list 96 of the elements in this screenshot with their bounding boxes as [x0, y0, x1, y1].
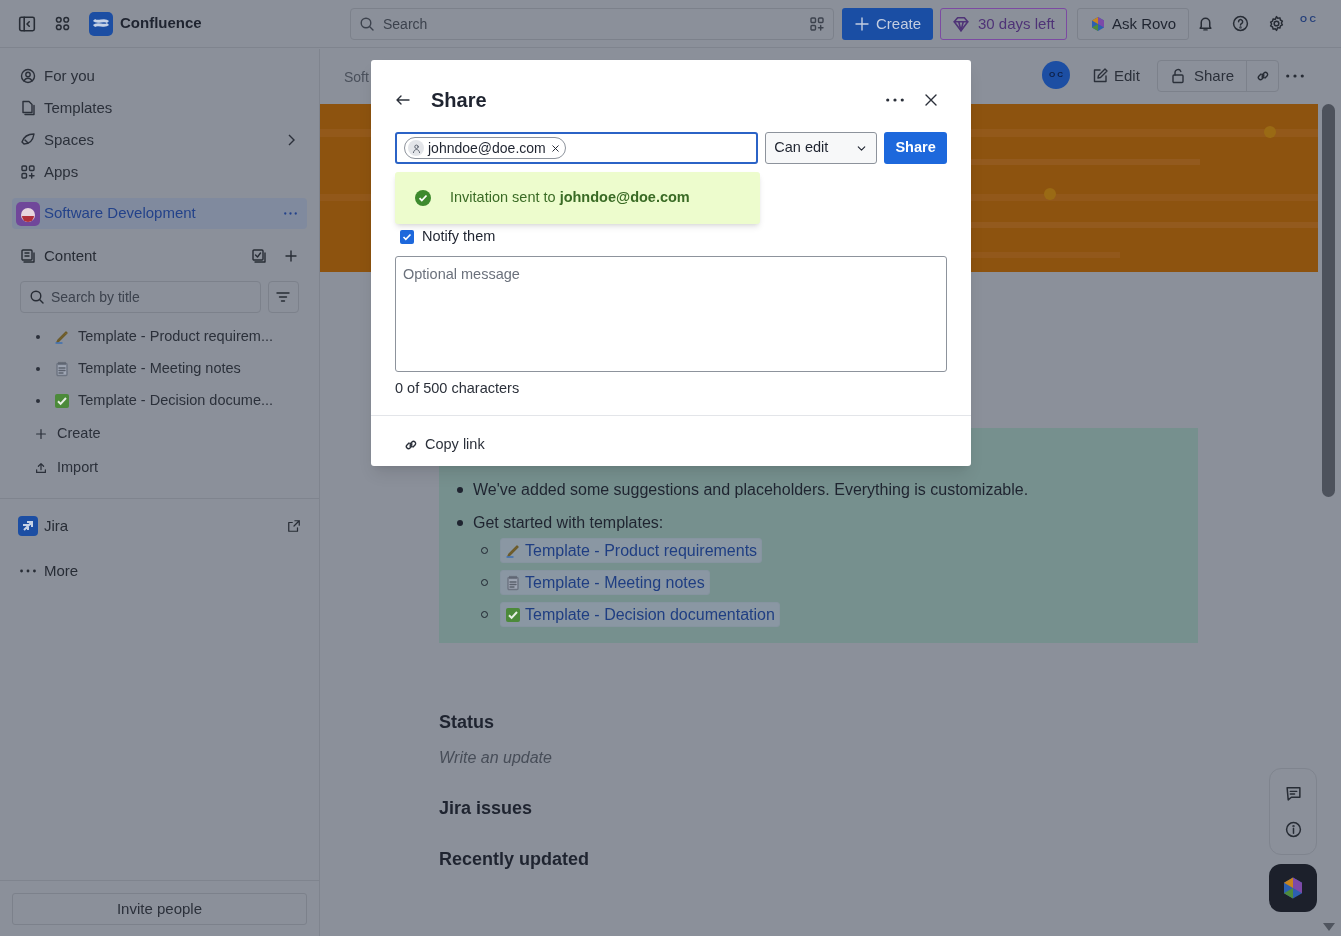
page-tree-item[interactable]: Template - Meeting notes [0, 353, 319, 385]
scroll-down-icon [1322, 920, 1336, 932]
status-placeholder[interactable]: Write an update [439, 746, 590, 768]
person-icon [410, 142, 422, 154]
dialog-title: Share [431, 88, 487, 113]
recipient-field[interactable]: johndoe@doe.com [395, 132, 759, 164]
search-bar[interactable]: Search by title [20, 281, 261, 313]
more-icon [284, 212, 297, 215]
checkmark-icon [402, 232, 412, 242]
space-item[interactable]: Software Development [12, 198, 307, 229]
check-icon [505, 606, 521, 623]
success-check-icon [415, 190, 431, 206]
create-button[interactable]: Create [842, 8, 934, 40]
apps-icon [20, 164, 36, 180]
user-avatar[interactable]: O C [1300, 15, 1316, 24]
list-text: Get started with templates: [473, 513, 664, 533]
page-tree-item[interactable]: Template - Decision docume... [0, 385, 319, 417]
sidebar-toggle-icon [18, 14, 36, 33]
app-item[interactable]: Jira [18, 516, 301, 536]
invite-people-button[interactable]: Invite people [12, 893, 307, 925]
breadcrumb[interactable]: Soft [344, 67, 369, 88]
filter-button[interactable] [267, 281, 299, 313]
more-icon [886, 98, 904, 102]
sidebar-action[interactable]: Create [0, 417, 319, 451]
sidebar-item[interactable]: Templates [20, 92, 299, 124]
sidebar-item[interactable]: Spaces [20, 124, 299, 156]
template-link[interactable]: Template - Product requirements [500, 538, 763, 563]
notepad-icon [54, 361, 70, 377]
plus-icon [283, 248, 299, 264]
document-icon [20, 100, 36, 116]
bullet-icon [36, 367, 40, 371]
content-icon [20, 248, 36, 264]
notify-checkbox[interactable] [400, 230, 414, 244]
upload-icon [34, 461, 48, 475]
search-field[interactable]: Search [383, 13, 801, 35]
message-field[interactable]: Optional message [395, 256, 947, 372]
more-icon [20, 569, 36, 574]
check-icon [54, 393, 70, 409]
section-heading: Jira issues [439, 797, 534, 819]
filter-apps-icon [809, 16, 825, 32]
space-logo-icon [16, 201, 40, 226]
toast-message: Invitation sent to johndoe@doe.com [450, 188, 690, 208]
rovo-chat-button[interactable] [1269, 864, 1317, 912]
bell-icon [1197, 15, 1214, 32]
bullet-icon [457, 487, 463, 493]
search-field[interactable]: Search by title [51, 286, 241, 308]
section-heading: Status [439, 711, 495, 733]
template-link[interactable]: Template - Meeting notes [500, 570, 710, 595]
sidebar-action[interactable]: Import [0, 451, 319, 485]
settings-icon [1268, 15, 1285, 32]
bullet-icon [457, 520, 463, 526]
share-submit-button[interactable]: Share [884, 132, 947, 164]
section-heading: Recently updated [439, 848, 590, 870]
checkbox-label: Notify them [422, 227, 496, 247]
search-icon [29, 289, 45, 305]
pencil-icon [1092, 68, 1108, 84]
rovo-logo-icon [1281, 876, 1305, 900]
person-icon [20, 68, 36, 84]
sidebar-item[interactable]: For you [20, 60, 299, 92]
trial-button[interactable]: 30 days left [940, 8, 1067, 40]
plus-icon [854, 16, 870, 32]
more-icon [1286, 74, 1304, 78]
search-icon [359, 16, 375, 32]
unlock-icon [1170, 68, 1186, 84]
jira-logo-icon [18, 516, 38, 536]
edit-button[interactable]: Edit [1086, 60, 1146, 92]
gem-icon [952, 15, 970, 33]
confluence-logo-icon [89, 11, 113, 36]
checkbox-stack-icon [251, 248, 267, 264]
external-link-icon [287, 519, 301, 533]
bullet-icon [36, 335, 40, 339]
character-counter: 0 of 500 characters [395, 379, 521, 398]
product-name[interactable]: Confluence [120, 12, 202, 35]
close-icon [923, 92, 939, 108]
template-link[interactable]: Template - Decision documentation [500, 602, 780, 627]
page-tree-item[interactable]: Template - Product requirem... [0, 321, 319, 353]
comment-icon [1284, 784, 1302, 802]
sidebar-item[interactable]: Apps [20, 156, 299, 188]
pen-icon [54, 329, 70, 345]
app-switcher-icon [54, 15, 71, 32]
ask-rovo-button[interactable]: Ask Rovo [1077, 8, 1190, 40]
info-icon [1284, 821, 1302, 839]
rovo-logo-icon [1090, 16, 1106, 32]
search-bar[interactable]: Search [350, 8, 834, 40]
bullet-icon [36, 399, 40, 403]
notepad-icon [505, 574, 521, 591]
permission-dropdown[interactable]: Can edit [765, 132, 878, 164]
list-text: We've added some suggestions and placeholders. Everything is customizable. [473, 480, 1029, 500]
help-icon [1232, 15, 1249, 32]
more-item[interactable]: More [20, 560, 299, 583]
plus-icon [34, 427, 48, 441]
filter-icon [275, 289, 292, 305]
scrollbar[interactable] [1322, 104, 1335, 497]
remove-icon [549, 142, 561, 154]
copy-link-button[interactable]: Copy link [403, 433, 485, 456]
content-heading[interactable]: Content [44, 244, 97, 268]
